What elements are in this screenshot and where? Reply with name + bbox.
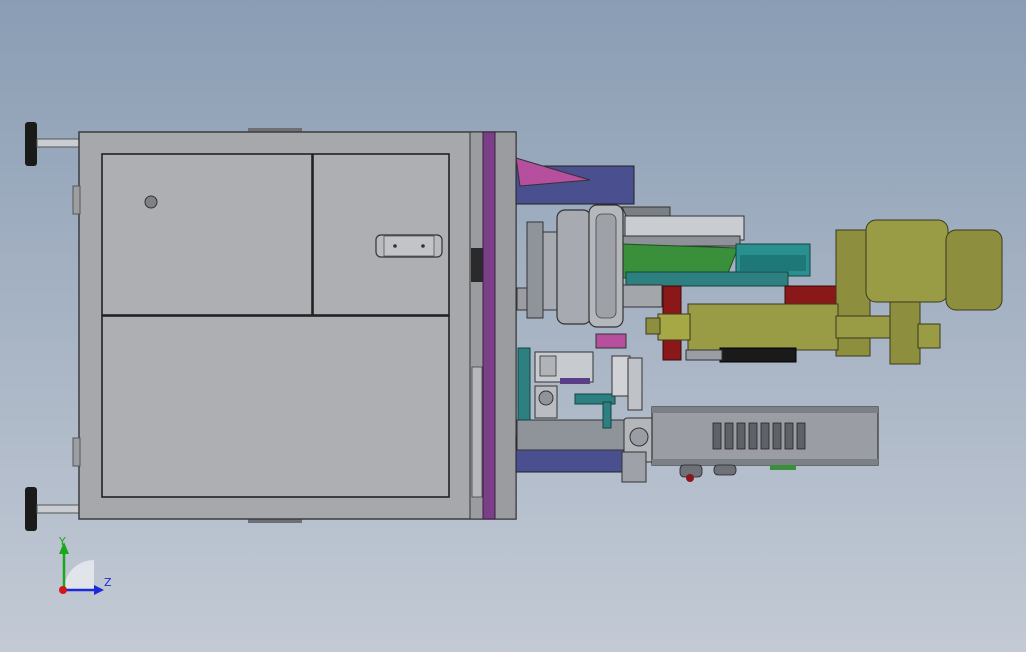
y-axis-label: Y bbox=[58, 535, 66, 548]
panel-lower bbox=[101, 315, 450, 498]
assembly-drawing: Y Z bbox=[25, 122, 1003, 595]
grey-motor bbox=[621, 406, 879, 483]
leveling-foot-top bbox=[25, 122, 82, 166]
knob bbox=[144, 195, 158, 209]
divider-plate bbox=[482, 131, 496, 520]
leveling-foot-bottom bbox=[25, 487, 82, 531]
panel-upper-left bbox=[101, 153, 313, 316]
door-latch bbox=[375, 234, 443, 258]
cad-viewport[interactable]: Y Z bbox=[0, 0, 1026, 652]
shaft-collar bbox=[526, 204, 624, 328]
small-mechanisms bbox=[517, 333, 643, 429]
main-housing bbox=[72, 128, 517, 523]
axis-triad: Y Z bbox=[58, 535, 112, 595]
z-axis-label: Z bbox=[104, 576, 112, 589]
lower-pipe bbox=[516, 419, 633, 451]
black-cylinder bbox=[719, 347, 797, 363]
